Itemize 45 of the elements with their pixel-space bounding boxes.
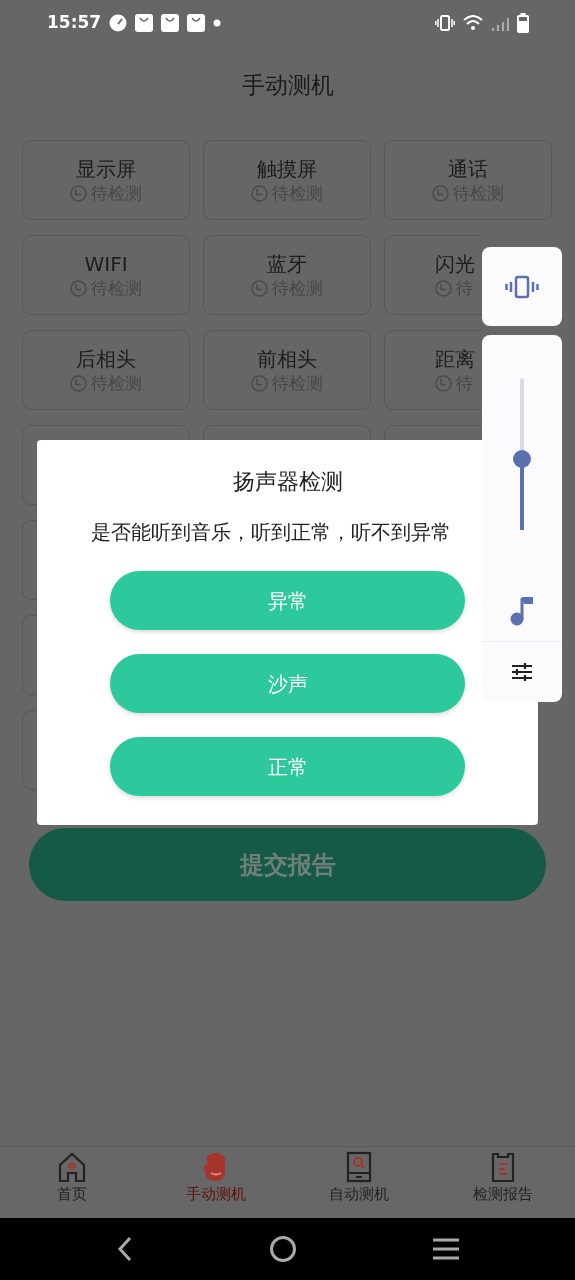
music-note-icon <box>509 595 535 627</box>
test-item-name: 距离 <box>435 346 475 372</box>
vibrate-icon <box>505 274 539 299</box>
status-time: 15:57 <box>47 10 102 34</box>
nav-tab[interactable]: 检测报告 <box>431 1147 575 1218</box>
test-item-name: 触摸屏 <box>257 156 317 182</box>
test-item-name: 蓝牙 <box>267 251 307 277</box>
slider-thumb[interactable] <box>513 449 531 468</box>
option-button[interactable]: 沙声 <box>110 654 465 714</box>
page-title: 手动测机 <box>241 70 334 100</box>
vibrate-icon <box>435 14 455 31</box>
menu-icon[interactable] <box>431 1237 460 1261</box>
notification-dot-icon <box>213 18 222 27</box>
clock-icon <box>435 374 452 392</box>
test-item-name: 显示屏 <box>76 156 136 182</box>
clock-icon <box>251 279 268 297</box>
wifi-icon <box>463 14 483 31</box>
test-item-name: 通话 <box>448 156 488 182</box>
nav-tab[interactable]: 手动测机 <box>143 1147 288 1218</box>
test-item-name: 闪光 <box>435 251 475 277</box>
dialog-title: 扬声器检测 <box>232 468 343 496</box>
clock-icon <box>432 184 449 202</box>
gauge-icon <box>109 13 128 32</box>
sliders-icon[interactable] <box>511 662 533 682</box>
dialog-message: 是否能听到音乐，听到正常，听不到异常 <box>90 520 451 546</box>
submit-report-button[interactable]: 提交报告 <box>29 828 546 901</box>
clock-icon <box>70 279 87 297</box>
option-button[interactable]: 正常 <box>110 737 465 797</box>
test-item-name: 前相头 <box>257 346 317 372</box>
shopping-bag-icon <box>161 13 180 32</box>
battery-icon <box>517 12 529 33</box>
shopping-bag-icon <box>135 13 154 32</box>
test-item-name: WIFI <box>84 251 128 277</box>
shopping-bag-icon <box>187 13 206 32</box>
test-item-name: 后相头 <box>76 346 136 372</box>
nav-tab[interactable]: 首页 <box>0 1147 144 1218</box>
clock-icon <box>251 374 268 392</box>
clock-icon <box>70 184 87 202</box>
option-button[interactable]: 异常 <box>110 571 465 631</box>
nav-tab[interactable]: 自动测机 <box>287 1147 432 1218</box>
clock-icon <box>70 374 87 392</box>
clock-icon <box>435 279 452 297</box>
clock-icon <box>251 184 268 202</box>
vibrate-toggle[interactable] <box>482 247 562 326</box>
home-button-icon[interactable] <box>269 1235 298 1263</box>
